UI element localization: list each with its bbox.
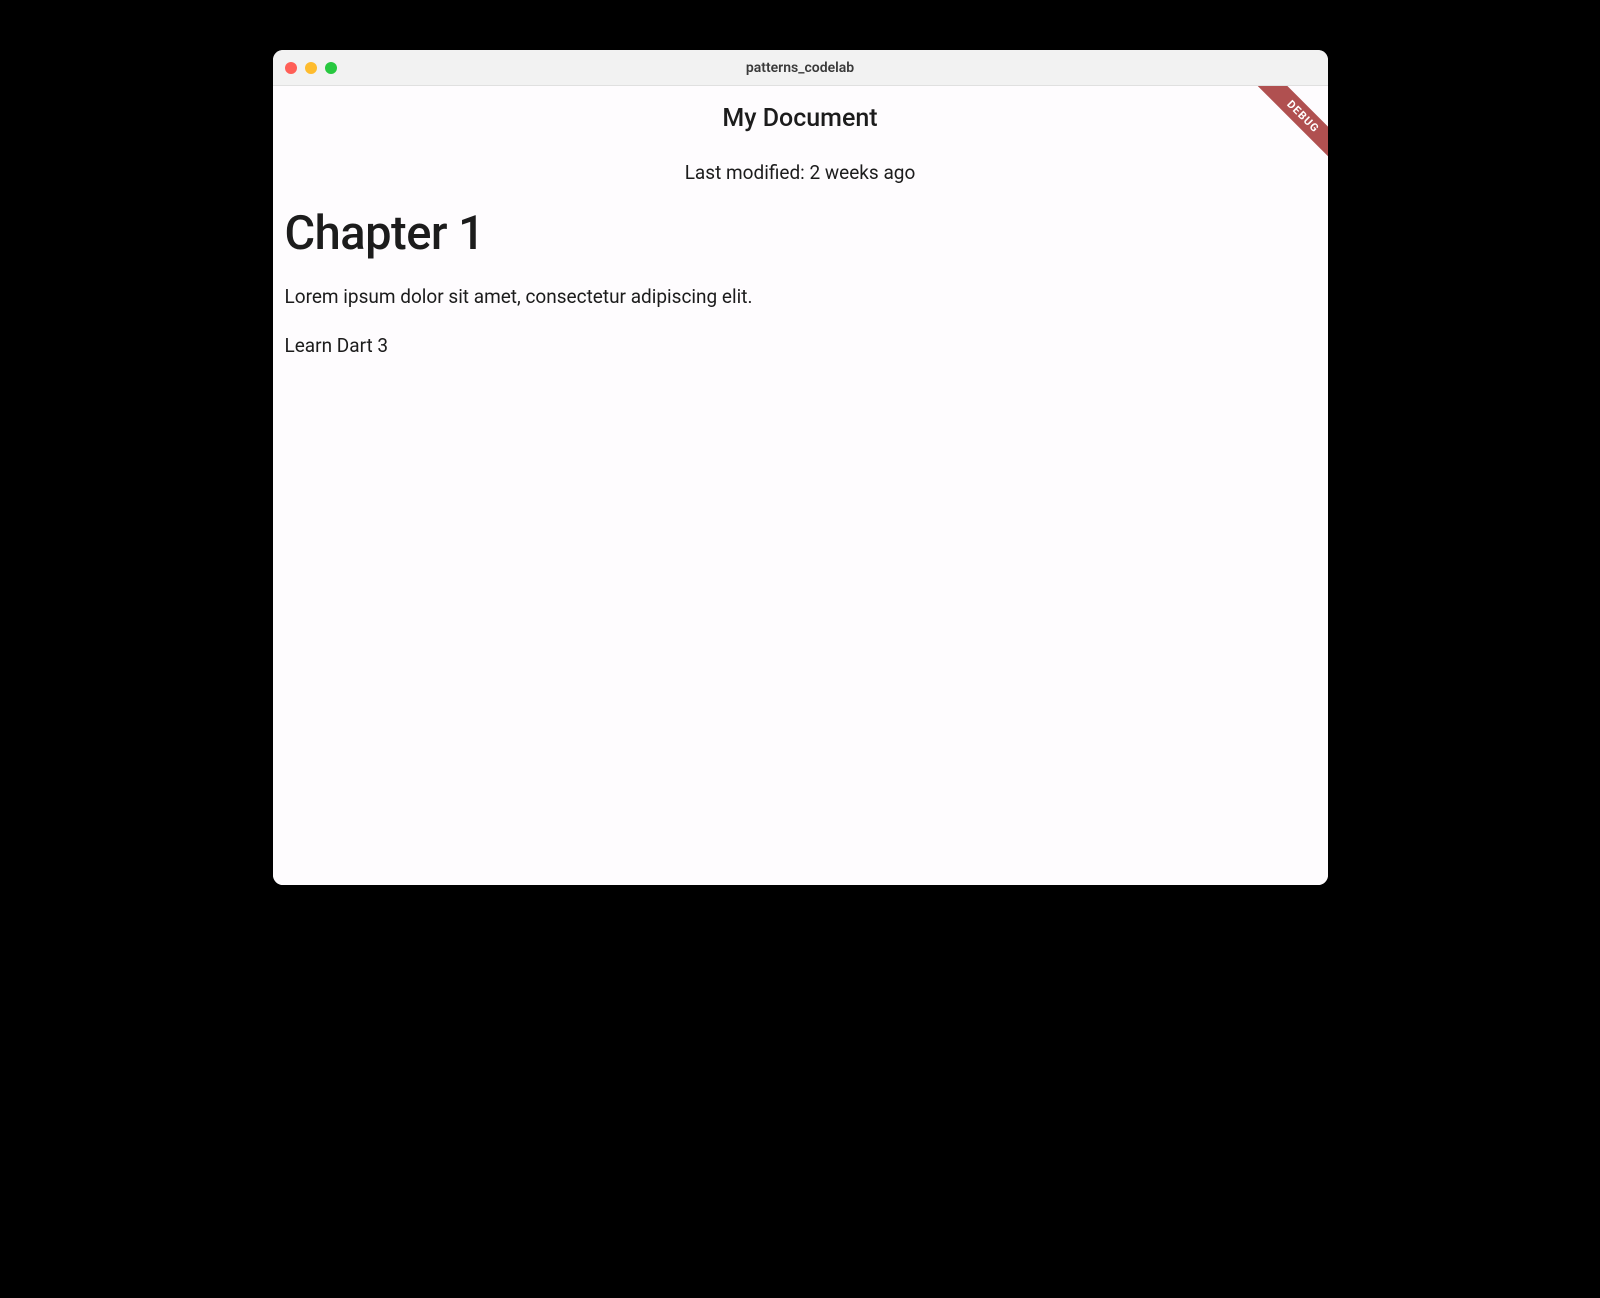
titlebar: patterns_codelab — [273, 50, 1328, 86]
last-modified-label: Last modified: 2 weeks ago — [285, 161, 1316, 184]
learn-link: Learn Dart 3 — [285, 334, 1316, 357]
app-content: DEBUG My Document Last modified: 2 weeks… — [273, 86, 1328, 885]
maximize-icon[interactable] — [325, 62, 337, 74]
app-window: patterns_codelab DEBUG My Document Last … — [273, 50, 1328, 885]
document-area: My Document Last modified: 2 weeks ago C… — [273, 86, 1328, 357]
close-icon[interactable] — [285, 62, 297, 74]
window-controls — [285, 62, 337, 74]
minimize-icon[interactable] — [305, 62, 317, 74]
chapter-heading: Chapter 1 — [285, 206, 1316, 261]
document-header: My Document Last modified: 2 weeks ago — [285, 104, 1316, 184]
body-paragraph: Lorem ipsum dolor sit amet, consectetur … — [285, 285, 1316, 308]
window-title: patterns_codelab — [746, 60, 854, 76]
document-title: My Document — [285, 104, 1316, 133]
